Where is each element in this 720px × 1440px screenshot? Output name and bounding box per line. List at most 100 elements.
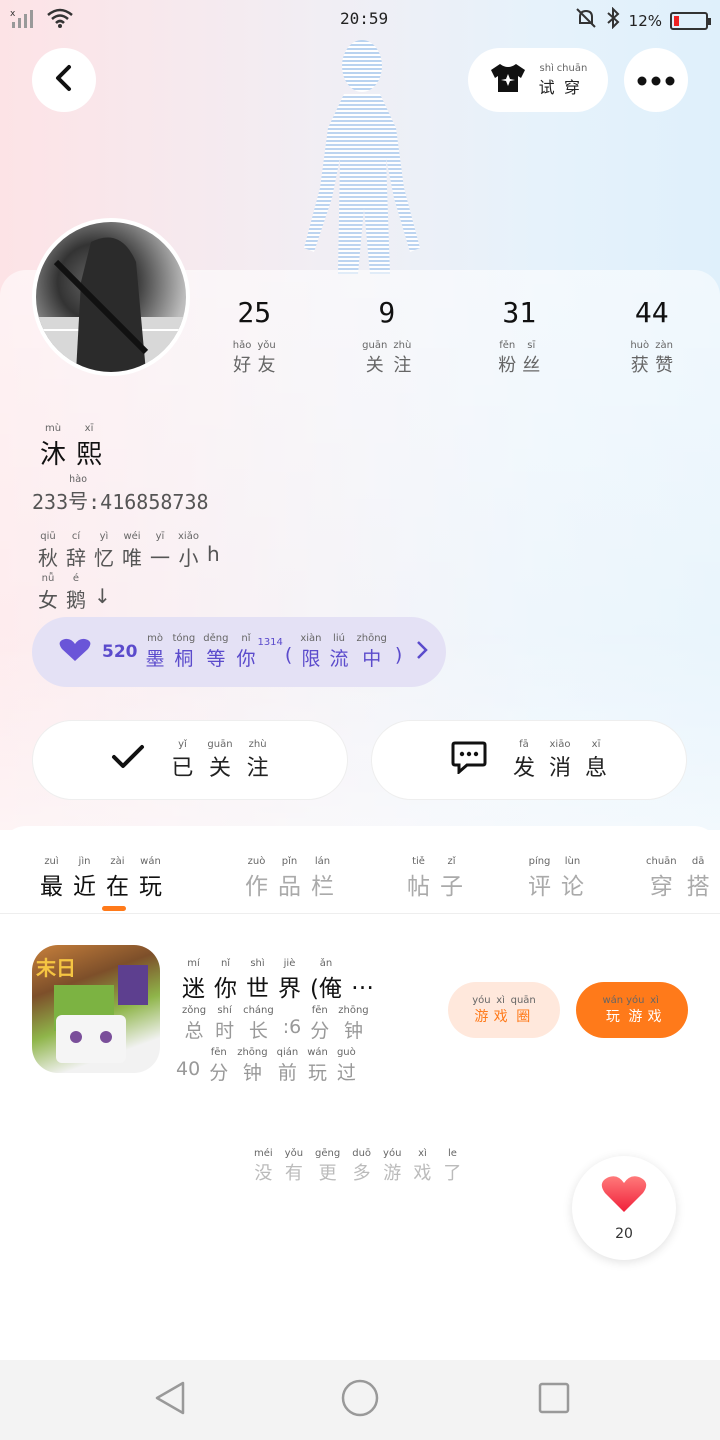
pinyin [397,633,400,644]
stat-following-value: 9 [378,296,396,329]
game-circle-button[interactable]: yóu 游 xì 戏 quān 圈 [448,982,560,1038]
pinyin: sī [527,340,536,351]
char: 游 [474,1008,489,1025]
heart-icon [58,637,92,668]
pinyin [361,958,364,969]
pinyin: zǐ [447,856,456,867]
char: 40 [176,1058,201,1080]
back-button[interactable] [32,48,96,112]
ruby-char: méi 没 [254,1148,273,1185]
char: 鹅 [66,588,86,612]
char: 友 [257,355,276,376]
tab-works[interactable]: zuò 作 pǐn 品 lán 栏 [245,844,334,901]
ruby-char: mò 墨 [146,633,165,671]
pinyin: zuò [247,856,266,867]
active-tab-indicator [102,906,126,911]
char: 试 [538,77,555,97]
pinyin: wán [140,856,161,867]
ruby-char: xiǎo 小 [178,531,199,571]
pinyin: lán [314,856,331,867]
pinyin: guò [336,1047,356,1058]
pinyin: xì [418,1148,427,1159]
tab-recently-played[interactable]: zuì 最 jìn 近 zài 在 wán 玩 [40,844,162,901]
tab-comments[interactable]: píng 评 lùn 论 [528,844,584,901]
ruby-char: liú 流 [330,633,349,671]
stat-fans[interactable]: 31 fěn 粉 sī 丝 [453,296,586,377]
music-banner[interactable]: 520 mò 墨 tóng 桐 děng 等 nǐ 你 1314 (xiàn 限 liú 流 zhōn… [32,617,446,687]
try-on-button[interactable]: shì 试 chuān 穿 [468,48,608,112]
pinyin: dā [691,856,705,867]
like-button[interactable]: 20 [572,1156,676,1260]
ruby-char: zhù 注 [247,739,269,782]
more-icon [636,71,676,90]
char: 发 [512,755,535,781]
ruby-char: guān 关 [362,340,387,377]
stat-following[interactable]: 9 guān 关 zhù 注 [321,296,454,377]
ruby-char: zài 在 [106,856,129,901]
pinyin: yī [155,531,165,542]
char: 作 [245,874,268,900]
ruby-char: wán 玩 [139,856,162,901]
char: 限 [301,648,321,670]
ruby-char: zhōng 钟 [237,1047,267,1085]
char: :6 [282,1016,302,1038]
back-arrow-icon [53,64,75,96]
ruby-char: tiě 帖 [407,856,430,901]
pinyin: qián [276,1047,299,1058]
play-game-button[interactable]: wán 玩 yóu 游 xì 戏 [576,982,688,1038]
avatar[interactable] [32,218,190,376]
ruby-char: chuān 穿 [557,63,588,98]
pinyin: hào [69,474,88,485]
pinyin: fēn [210,1047,227,1058]
tab-posts[interactable]: tiě 帖 zǐ 子 [407,844,463,901]
char: 品 [278,874,301,900]
stat-likes-label: huò 获 zàn 赞 [630,340,673,377]
followed-button[interactable]: yǐ 已 guān 关 zhù 注 [32,720,348,800]
ruby-char: fā 发 [513,739,535,782]
ruby-char: guò 过 [337,1047,356,1085]
send-message-button[interactable]: fā 发 xiāo 消 xī 息 [371,720,687,800]
pinyin: děng [203,633,229,644]
bio-line-2: nǚ 女 é 鹅 ↓ [38,562,111,613]
chevron-right-icon [416,640,429,665]
char: 唯 [122,546,142,570]
more-button[interactable] [624,48,688,112]
bluetooth-icon [605,6,621,34]
ruby-char: le 了 [443,1148,461,1185]
pinyin: nǐ [241,633,251,644]
char: ↓ [94,584,111,608]
char: ) [394,644,403,666]
pinyin: zhōng [338,1005,369,1016]
char: 好 [233,355,252,376]
pinyin: yóu [383,1148,402,1159]
pinyin: xī [84,423,94,434]
game-thumbnail[interactable]: 末日 [32,945,160,1073]
ruby-char: ( [285,633,292,671]
ruby-char: shì 试 [539,63,555,98]
char: 子 [440,874,463,900]
nav-home-button[interactable] [338,1378,382,1422]
system-nav-bar [0,1360,720,1440]
pinyin [290,1005,293,1016]
ruby-char: zǐ 子 [440,856,463,901]
status-bar: x 20:59 12% [0,0,720,38]
stat-likes-value: 44 [634,296,669,329]
char: 获 [630,355,649,376]
nav-back-button[interactable] [148,1378,192,1422]
char: 了 [443,1163,462,1184]
pinyin: guān [362,340,388,351]
char: 号 [68,489,89,513]
stat-friends[interactable]: 25 hǎo 好 yǒu 友 [188,296,321,377]
stat-likes[interactable]: 44 huò 获 zàn 赞 [586,296,719,377]
char: 栏 [311,874,334,900]
nav-recents-button[interactable] [532,1378,576,1422]
pinyin [212,531,215,542]
svg-text:末日: 末日 [36,956,76,980]
pinyin: zhù [393,340,412,351]
tab-outfits[interactable]: chuān 穿 dā 搭 [646,844,710,901]
pinyin: shí [217,1005,232,1016]
pinyin: yǒu [257,340,276,351]
game-title[interactable]: mí 迷 nǐ 你 shì 世 jiè 界 ǎn (俺 … [182,946,374,1003]
avatar-3d-figure [300,38,424,274]
ruby-char: sī 丝 [522,340,540,377]
